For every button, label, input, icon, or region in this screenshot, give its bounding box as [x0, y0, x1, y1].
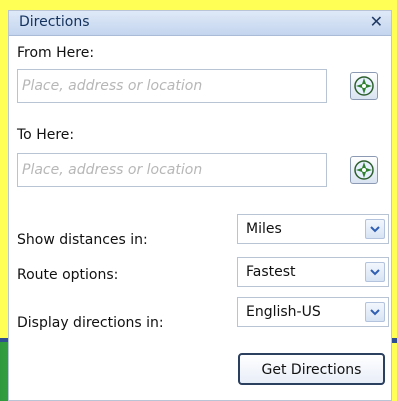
route-select[interactable]: Fastest [237, 257, 389, 287]
chevron-down-icon [370, 226, 380, 233]
route-dropdown-button[interactable] [365, 262, 385, 282]
route-label: Route options: [17, 267, 119, 283]
distances-label: Show distances in: [17, 232, 148, 248]
chevron-down-icon [370, 269, 380, 276]
locate-icon [354, 160, 374, 180]
language-label: Display directions in: [17, 315, 164, 331]
distances-dropdown-button[interactable] [365, 219, 385, 239]
to-field-box [17, 153, 327, 187]
panel-title: Directions [19, 14, 90, 30]
language-value: English-US [246, 304, 321, 320]
chevron-down-icon [370, 309, 380, 316]
route-value: Fastest [246, 264, 296, 280]
close-icon[interactable]: ✕ [370, 12, 383, 31]
language-select[interactable]: English-US [237, 297, 389, 327]
to-locate-button[interactable] [350, 156, 378, 184]
get-directions-button[interactable]: Get Directions [238, 353, 385, 385]
from-locate-button[interactable] [350, 72, 378, 100]
title-bar: Directions ✕ [9, 11, 391, 36]
locate-icon [354, 76, 374, 96]
directions-panel: Directions ✕ From Here: To Here: Show di… [8, 10, 392, 401]
distances-select[interactable]: Miles [237, 214, 389, 244]
from-input[interactable] [18, 70, 326, 102]
from-label: From Here: [17, 45, 95, 61]
from-field-box [17, 69, 327, 103]
to-input[interactable] [18, 154, 326, 186]
distances-value: Miles [246, 221, 282, 237]
language-dropdown-button[interactable] [365, 302, 385, 322]
to-label: To Here: [17, 127, 75, 143]
